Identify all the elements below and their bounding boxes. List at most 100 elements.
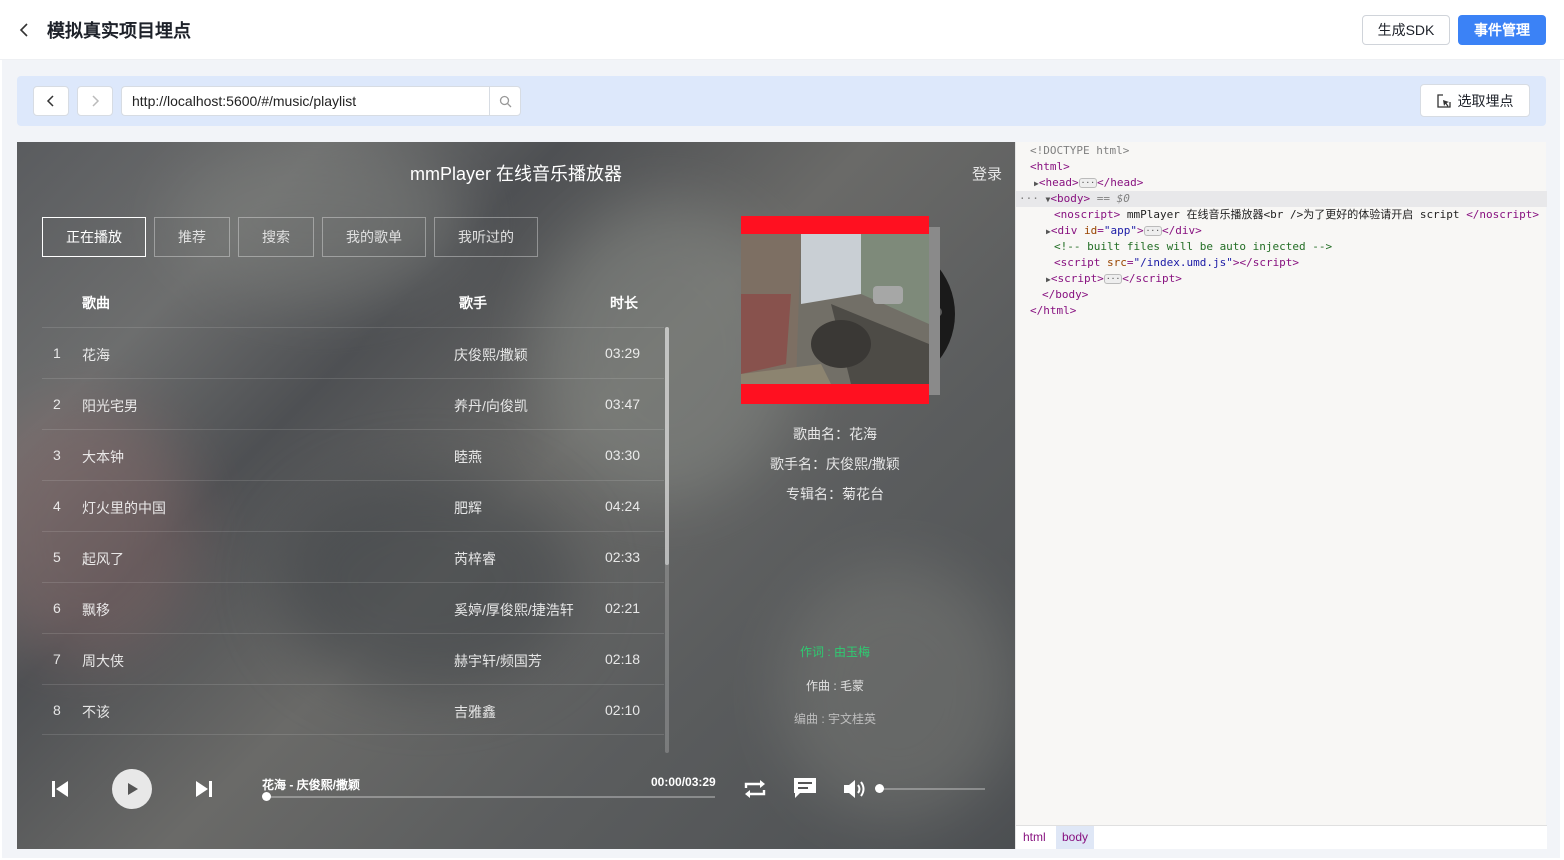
table-row[interactable]: 1 花海 庆俊熙/撒颖 03:29: [42, 327, 664, 378]
row-index: 2: [53, 396, 61, 412]
lyric-line-current: 作词 : 由玉梅: [799, 645, 870, 659]
breadcrumb-body[interactable]: body: [1056, 826, 1095, 849]
player-title: mmPlayer 在线音乐播放器: [409, 164, 622, 184]
chevron-left-icon: [46, 95, 54, 107]
now-playing-text: 花海 - 庆俊熙/撒颖: [262, 778, 360, 792]
script-node[interactable]: ▶<script> ··· </script>: [1046, 271, 1182, 288]
row-song: 灯火里的中国: [82, 500, 166, 516]
column-header-artist: 歌手: [459, 295, 487, 311]
mute-button[interactable]: [841, 776, 869, 802]
music-player-preview: mmPlayer 在线音乐播放器 登录 正在播放 推荐 搜索 我的歌单 我听过的…: [17, 142, 1015, 849]
browser-back-button[interactable]: [33, 86, 69, 116]
row-song: 飘移: [82, 602, 110, 618]
row-index: 6: [53, 600, 61, 616]
breadcrumb: html body: [1016, 825, 1547, 849]
row-artist: 养丹/向俊凯: [454, 398, 528, 414]
repeat-mode-button[interactable]: [741, 776, 769, 802]
html-node[interactable]: <html>: [1030, 159, 1070, 175]
tab-search[interactable]: 搜索: [238, 217, 314, 257]
table-row[interactable]: 6 飘移 奚婷/厚俊熙/捷浩轩 02:21: [42, 582, 664, 633]
row-index: 1: [53, 345, 61, 361]
row-artist: 庆俊熙/撒颖: [454, 347, 528, 363]
ellipsis-icon[interactable]: ···: [1078, 178, 1098, 188]
div-app-node[interactable]: ▶<div id="app"> ··· </div>: [1046, 223, 1202, 240]
row-song: 大本钟: [82, 449, 124, 465]
select-cursor-icon: [1436, 93, 1451, 108]
html-close-node: </html>: [1030, 304, 1077, 317]
row-artist: 肥辉: [454, 500, 482, 516]
tab-recommend[interactable]: 推荐: [154, 217, 230, 257]
row-song: 花海: [82, 347, 110, 363]
repeat-icon: [744, 780, 766, 798]
chevron-right-icon: [92, 95, 100, 107]
row-index: 4: [53, 498, 61, 514]
browser-toolbar: 选取埋点: [17, 76, 1546, 126]
generate-sdk-button[interactable]: 生成SDK: [1362, 15, 1450, 45]
row-artist: 吉雅鑫: [454, 704, 496, 720]
play-icon: [128, 783, 138, 795]
next-track-button[interactable]: [192, 778, 216, 800]
script-src-node[interactable]: <script src="/index.umd.js"></script>: [1054, 255, 1299, 271]
volume-slider[interactable]: [880, 788, 985, 790]
url-input[interactable]: [121, 86, 489, 116]
noscript-node[interactable]: <noscript> mmPlayer 在线音乐播放器<br />为了更好的体验…: [1054, 207, 1539, 223]
row-artist: 奚婷/厚俊熙/捷浩轩: [454, 602, 574, 618]
progress-bar[interactable]: [265, 796, 715, 798]
row-duration: 03:30: [605, 447, 641, 463]
row-song: 阳光宅男: [82, 398, 138, 414]
column-header-duration: 时长: [610, 295, 638, 311]
play-button[interactable]: [112, 769, 152, 809]
row-duration: 04:24: [605, 498, 641, 514]
browser-forward-button[interactable]: [77, 86, 113, 116]
table-row[interactable]: 7 周大侠 赫宇轩/频国芳 02:18: [42, 633, 664, 684]
row-duration: 02:33: [605, 549, 641, 565]
playback-time: 00:00/03:29: [651, 775, 716, 789]
table-row[interactable]: 5 起风了 芮梓睿 02:33: [42, 531, 664, 582]
comment-node[interactable]: <!-- built files will be auto injected -…: [1054, 239, 1332, 255]
row-song: 不该: [82, 704, 110, 720]
row-artist: 睦燕: [454, 449, 482, 465]
table-row[interactable]: 8 不该 吉雅鑫 02:10: [42, 684, 664, 735]
doctype-node: <!DOCTYPE html>: [1030, 144, 1130, 157]
playlist-scroll-thumb[interactable]: [665, 327, 669, 565]
ellipsis-icon[interactable]: ···: [1143, 226, 1163, 236]
row-artist: 芮梓睿: [454, 551, 496, 567]
row-artist: 赫宇轩/频国芳: [454, 653, 542, 669]
table-row[interactable]: 4 灯火里的中国 肥辉 04:24: [42, 480, 664, 531]
search-icon: [499, 95, 511, 107]
row-duration: 02:18: [605, 651, 641, 667]
album-cover-photo: [741, 234, 929, 384]
pick-tracking-point-label: 选取埋点: [1457, 92, 1514, 109]
page-header: 模拟真实项目埋点 生成SDK 事件管理: [0, 0, 1564, 60]
login-link[interactable]: 登录: [972, 163, 1002, 184]
tab-history[interactable]: 我听过的: [434, 217, 538, 257]
pick-tracking-point-button[interactable]: 选取埋点: [1420, 84, 1530, 117]
progress-handle[interactable]: [262, 792, 271, 801]
album-name-info: 专辑名：菊花台: [786, 486, 884, 502]
event-management-button[interactable]: 事件管理: [1458, 15, 1546, 45]
tab-my-playlists[interactable]: 我的歌单: [322, 217, 426, 257]
table-row[interactable]: 2 阳光宅男 养丹/向俊凯 03:47: [42, 378, 664, 429]
table-row[interactable]: 3 大本钟 睦燕 03:30: [42, 429, 664, 480]
row-index: 7: [53, 651, 61, 667]
head-node[interactable]: ▶<head> ··· </head>: [1034, 175, 1143, 192]
album-spine: [929, 227, 940, 395]
url-search-button[interactable]: [489, 86, 521, 116]
row-duration: 02:21: [605, 600, 641, 616]
body-node[interactable]: ··· ▼<body> == $0: [1019, 191, 1130, 208]
breadcrumb-html[interactable]: html: [1017, 826, 1052, 849]
volume-handle[interactable]: [875, 784, 884, 793]
row-index: 3: [53, 447, 61, 463]
tab-now-playing[interactable]: 正在播放: [42, 217, 146, 257]
lyric-line: 作曲 : 毛蒙: [805, 679, 864, 693]
row-duration: 02:10: [605, 702, 641, 718]
chevron-left-icon[interactable]: [16, 20, 34, 40]
ellipsis-icon[interactable]: ···: [1103, 274, 1123, 284]
previous-track-button[interactable]: [48, 778, 72, 800]
comment-icon: [794, 778, 816, 798]
row-song: 周大侠: [82, 653, 124, 669]
comments-button[interactable]: [791, 775, 819, 801]
skip-previous-icon: [52, 781, 68, 797]
page-title: 模拟真实项目埋点: [47, 21, 191, 41]
devtools-elements-panel: <!DOCTYPE html> <html> ▶<head> ··· </head>…: [1015, 142, 1547, 849]
